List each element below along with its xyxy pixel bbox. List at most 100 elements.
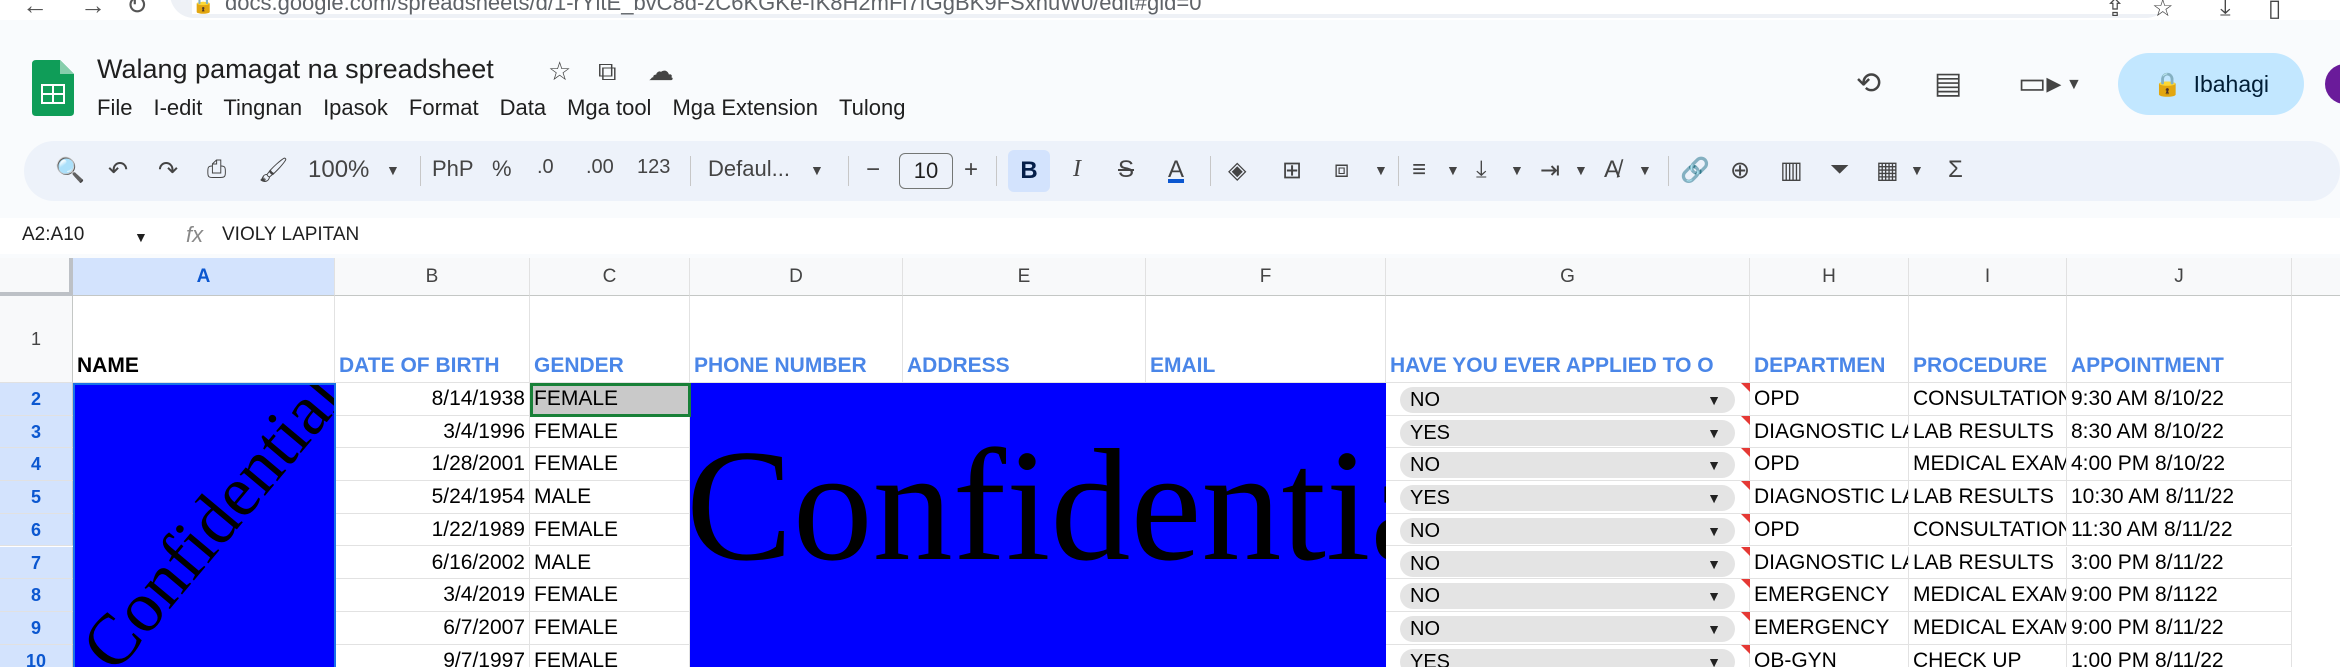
- increase-font-size-button[interactable]: +: [964, 156, 978, 184]
- reload-icon[interactable]: ↻: [126, 0, 148, 21]
- vertical-align-icon[interactable]: ⤓: [1476, 156, 1487, 184]
- column-header-g[interactable]: G: [1386, 258, 1750, 296]
- row-header-2[interactable]: 2: [0, 383, 73, 416]
- decrease-font-size-button[interactable]: −: [866, 156, 880, 184]
- menu-edit[interactable]: I-edit: [153, 95, 202, 121]
- gender-cell[interactable]: FEMALE: [530, 644, 690, 667]
- header-cell-a[interactable]: NAME: [73, 296, 335, 383]
- valign-dropdown-icon[interactable]: ▼: [1510, 162, 1524, 178]
- chevron-down-icon[interactable]: ▼: [1707, 387, 1721, 413]
- meet-dropdown-icon[interactable]: ▼: [2066, 76, 2082, 94]
- procedure-cell[interactable]: MEDICAL EXAM: [1909, 579, 2067, 612]
- version-history-icon[interactable]: ⟲: [1856, 66, 1881, 101]
- dob-cell[interactable]: 6/7/2007: [335, 611, 530, 645]
- horizontal-align-icon[interactable]: ≡: [1412, 156, 1426, 184]
- side-panel-icon[interactable]: ▯: [2268, 0, 2281, 23]
- procedure-cell[interactable]: LAB RESULTS: [1909, 481, 2067, 514]
- filter-views-icon[interactable]: ▦: [1876, 156, 1899, 185]
- gender-cell[interactable]: FEMALE: [530, 448, 690, 482]
- forward-icon[interactable]: →: [80, 0, 106, 21]
- insert-link-icon[interactable]: 🔗: [1680, 156, 1710, 185]
- dob-cell[interactable]: 3/4/1996: [335, 415, 530, 449]
- name-box[interactable]: A2:A10: [22, 224, 84, 246]
- spreadsheet-grid[interactable]: A B C D E F G H I J 1 2 3 4 5 6 7 8 9 10 NAME DATE OF BIRTH GE…: [0, 258, 2340, 667]
- filter-icon[interactable]: ⏷: [1830, 156, 1849, 184]
- more-formats-button[interactable]: 123: [637, 156, 670, 179]
- font-select[interactable]: Defaul...: [708, 156, 790, 182]
- strikethrough-icon[interactable]: S: [1118, 156, 1134, 184]
- row-header-7[interactable]: 7: [0, 546, 73, 580]
- functions-button[interactable]: Σ: [1948, 156, 1963, 184]
- appointment-cell[interactable]: 4:00 PM 8/10/22: [2067, 448, 2292, 482]
- bold-button[interactable]: B: [1008, 150, 1050, 192]
- download-icon[interactable]: ⤓: [2220, 0, 2231, 22]
- applied-dropdown-chip[interactable]: NO ▼: [1400, 517, 1735, 544]
- avatar[interactable]: [2325, 64, 2340, 104]
- halign-dropdown-icon[interactable]: ▼: [1446, 162, 1460, 178]
- chevron-down-icon[interactable]: ▼: [1707, 583, 1721, 609]
- gender-cell[interactable]: MALE: [530, 546, 690, 580]
- increase-decimal-button[interactable]: .00: [586, 156, 614, 179]
- chevron-down-icon[interactable]: ▼: [1707, 518, 1721, 544]
- formula-input[interactable]: VIOLY LAPITAN: [222, 224, 359, 246]
- menu-extensions[interactable]: Mga Extension: [672, 95, 818, 121]
- row-header-8[interactable]: 8: [0, 579, 73, 612]
- select-all-corner[interactable]: [0, 258, 73, 296]
- redo-icon[interactable]: ↷: [158, 156, 178, 185]
- appointment-cell[interactable]: 11:30 AM 8/11/22: [2067, 513, 2292, 547]
- applied-dropdown-chip[interactable]: NO ▼: [1400, 452, 1735, 479]
- gender-cell[interactable]: MALE: [530, 481, 690, 514]
- undo-icon[interactable]: ↶: [108, 156, 128, 185]
- menu-insert[interactable]: Ipasok: [323, 95, 388, 121]
- dob-cell[interactable]: 1/28/2001: [335, 448, 530, 482]
- gender-cell[interactable]: FEMALE: [530, 579, 690, 612]
- chevron-down-icon[interactable]: ▼: [1707, 485, 1721, 511]
- text-rotation-icon[interactable]: A̸: [1604, 156, 1620, 184]
- menu-data[interactable]: Data: [500, 95, 546, 121]
- meet-camera-icon[interactable]: ▭▸: [2018, 66, 2061, 101]
- decrease-decimal-button[interactable]: .0: [537, 156, 554, 179]
- procedure-cell[interactable]: CONSULTATION: [1909, 383, 2067, 416]
- applied-dropdown-chip[interactable]: YES ▼: [1400, 485, 1735, 512]
- header-cell-f[interactable]: EMAIL: [1146, 296, 1386, 383]
- chevron-down-icon[interactable]: ▼: [1707, 616, 1721, 642]
- department-cell[interactable]: OPD: [1750, 513, 1909, 547]
- dob-cell[interactable]: 9/7/1997: [335, 644, 530, 667]
- row-header-9[interactable]: 9: [0, 611, 73, 645]
- applied-dropdown-chip[interactable]: NO ▼: [1400, 550, 1735, 577]
- name-box-dropdown-icon[interactable]: ▼: [134, 229, 148, 245]
- font-dropdown-icon[interactable]: ▼: [810, 162, 824, 178]
- column-header-d[interactable]: D: [690, 258, 903, 296]
- procedure-cell[interactable]: LAB RESULTS: [1909, 546, 2067, 580]
- gender-cell[interactable]: FEMALE: [530, 611, 690, 645]
- header-cell-b[interactable]: DATE OF BIRTH: [335, 296, 530, 383]
- chevron-down-icon[interactable]: ▼: [1707, 649, 1721, 667]
- menu-help[interactable]: Tulong: [839, 95, 905, 121]
- department-cell[interactable]: EMERGENCY: [1750, 611, 1909, 645]
- zoom-select[interactable]: 100%: [308, 156, 369, 184]
- column-header-i[interactable]: I: [1909, 258, 2067, 296]
- gender-cell[interactable]: FEMALE: [530, 513, 690, 547]
- procedure-cell[interactable]: CHECK UP: [1909, 644, 2067, 667]
- applied-dropdown-chip[interactable]: NO ▼: [1400, 583, 1735, 610]
- appointment-cell[interactable]: 9:00 PM 8/1122: [2067, 579, 2292, 612]
- move-folder-icon[interactable]: ⧉: [598, 56, 617, 88]
- row-header-4[interactable]: 4: [0, 448, 73, 482]
- menu-tools[interactable]: Mga tool: [567, 95, 651, 121]
- zoom-dropdown-icon[interactable]: ▼: [386, 162, 400, 178]
- appointment-cell[interactable]: 9:00 PM 8/11/22: [2067, 611, 2292, 645]
- column-header-h[interactable]: H: [1750, 258, 1909, 296]
- row-header-1[interactable]: 1: [0, 296, 73, 383]
- dob-cell[interactable]: 1/22/1989: [335, 513, 530, 547]
- procedure-cell[interactable]: MEDICAL EXAM: [1909, 448, 2067, 482]
- applied-dropdown-chip[interactable]: YES ▼: [1400, 648, 1735, 667]
- sheets-logo-icon[interactable]: [32, 60, 74, 116]
- font-size-input[interactable]: 10: [899, 153, 953, 189]
- insert-chart-icon[interactable]: ▥: [1780, 156, 1803, 185]
- header-cell-e[interactable]: ADDRESS: [903, 296, 1146, 383]
- chevron-down-icon[interactable]: ▼: [1707, 420, 1721, 446]
- merge-dropdown-icon[interactable]: ▼: [1374, 162, 1388, 178]
- share-button[interactable]: 🔒 Ibahagi: [2118, 53, 2304, 115]
- text-color-icon[interactable]: A: [1168, 156, 1184, 184]
- department-cell[interactable]: DIAGNOSTIC LA: [1750, 546, 1909, 580]
